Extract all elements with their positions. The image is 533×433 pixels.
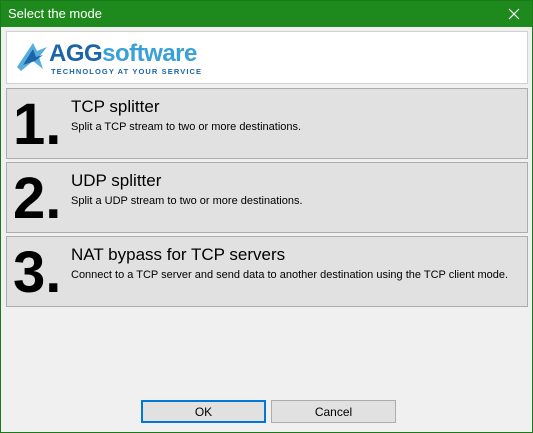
option-title: UDP splitter [71,171,162,190]
logo-wordmark: AGGsoftware [49,40,197,68]
close-button[interactable] [496,1,532,27]
option-number: 3. [13,240,62,305]
plane-logo-icon [17,43,47,71]
option-number: 1. [13,92,62,157]
logo-brand-agg: AGG [49,40,103,67]
option-description: Split a TCP stream to two or more destin… [71,121,302,133]
option-title: TCP splitter [71,97,160,116]
option-nat-bypass[interactable]: 3. NAT bypass for TCP servers Connect to… [6,236,528,307]
ok-button[interactable]: OK [141,400,266,423]
option-number: 2. [13,166,62,231]
logo-brand-software: software [102,40,197,67]
mode-dialog: Select the mode AGGsoftware TECHNOLOGY A… [0,0,533,433]
window-title: Select the mode [8,6,102,21]
logo-tagline: TECHNOLOGY AT YOUR SERVICE [51,67,203,76]
logo-panel: AGGsoftware TECHNOLOGY AT YOUR SERVICE [6,31,528,84]
option-description: Split a UDP stream to two or more destin… [71,195,303,207]
title-bar[interactable]: Select the mode [1,1,532,27]
option-udp-splitter[interactable]: 2. UDP splitter Split a UDP stream to tw… [6,162,528,233]
option-title: NAT bypass for TCP servers [71,245,286,264]
option-tcp-splitter[interactable]: 1. TCP splitter Split a TCP stream to tw… [6,88,528,159]
option-description: Connect to a TCP server and send data to… [71,269,509,281]
close-icon [508,8,520,20]
cancel-button[interactable]: Cancel [271,400,396,423]
